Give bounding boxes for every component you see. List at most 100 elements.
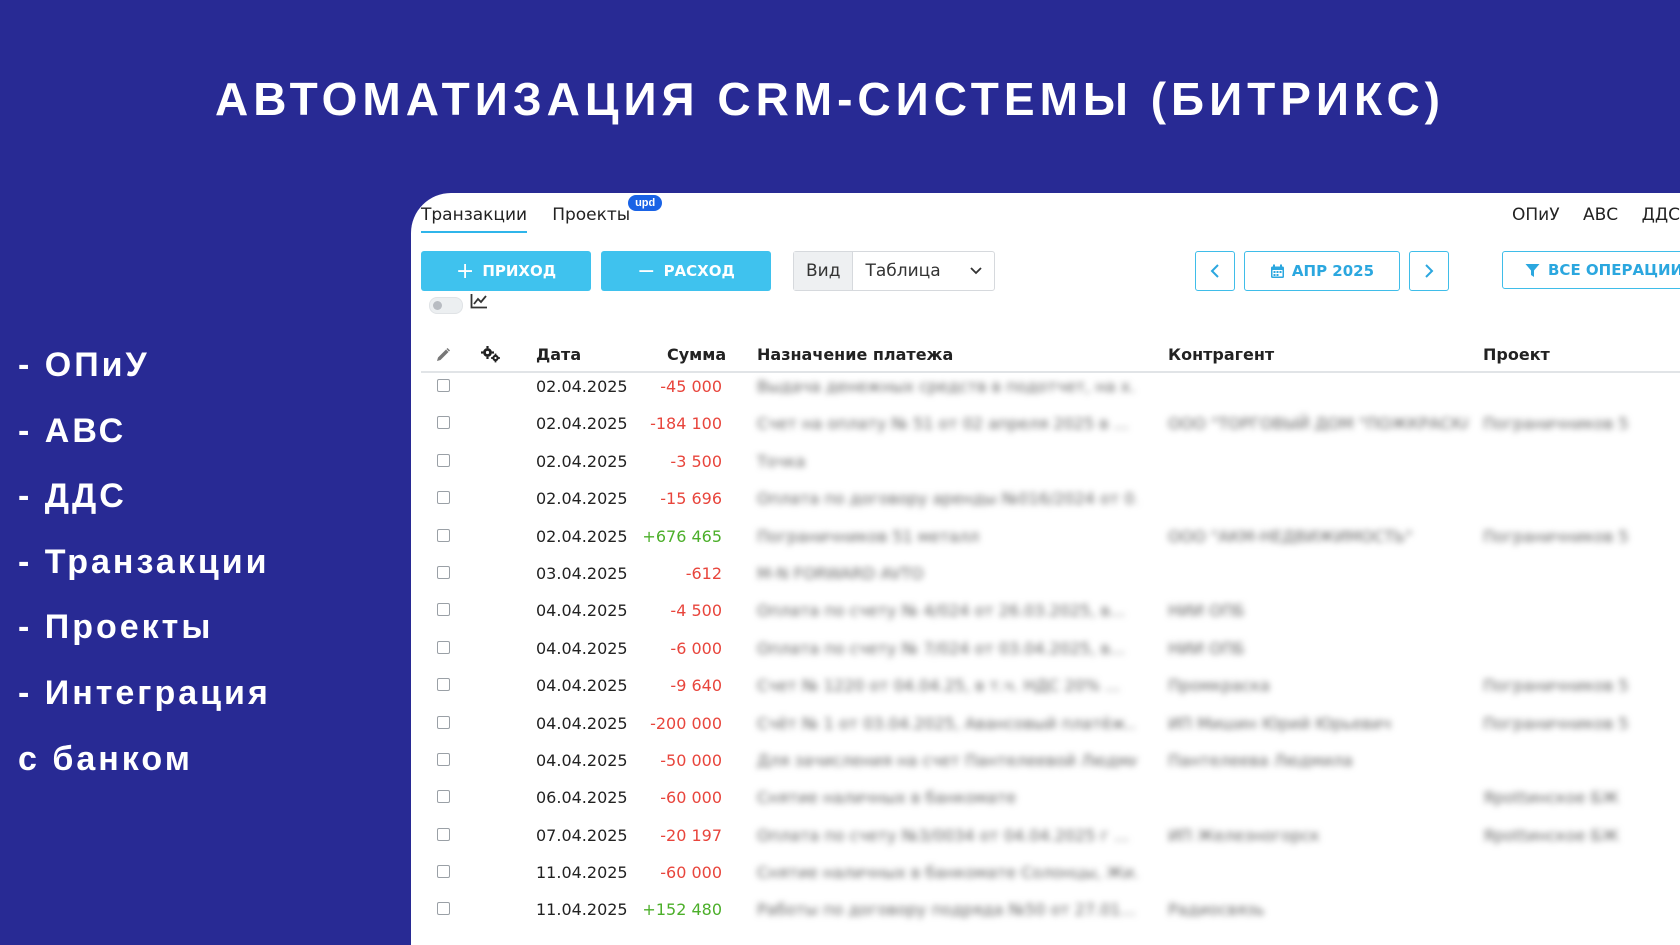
- filter-icon: [1525, 263, 1540, 277]
- row-date: 02.04.2025: [536, 377, 628, 396]
- next-period-button[interactable]: [1409, 251, 1449, 291]
- row-project: Пограничников 5: [1483, 713, 1629, 733]
- row-amount: -4 500: [670, 601, 722, 621]
- row-checkbox[interactable]: [437, 790, 450, 804]
- row-counterparty: НИИ ОПБ: [1168, 601, 1245, 621]
- tab-projects-label: Проекты: [552, 205, 631, 225]
- row-checkbox[interactable]: [437, 715, 450, 729]
- table-row[interactable]: 04.04.2025 -200 000 Счёт № 1 от 03.04.2025…: [421, 710, 1680, 747]
- table-row[interactable]: 03.04.2025 -612 M-N FORWARD AVTO: [421, 560, 1680, 597]
- chevron-down-icon: [970, 267, 982, 275]
- row-purpose: Оплата по счету №3/0034 от 04.04.2025 г …: [757, 825, 1130, 845]
- row-amount: -45 000: [660, 377, 722, 396]
- row-amount: -200 000: [650, 713, 722, 733]
- table-row[interactable]: 04.04.2025 -4 500 Оплата по счету № 4/024 …: [421, 597, 1680, 634]
- add-income-button[interactable]: + ПРИХОД: [421, 251, 591, 291]
- row-date: 02.04.2025: [536, 489, 628, 509]
- table-row[interactable]: 07.04.2025 -20 197 Оплата по счету №3/0034…: [421, 822, 1680, 859]
- row-checkbox[interactable]: [437, 453, 450, 467]
- row-purpose: Снятие наличных в банкомате: [757, 788, 1017, 808]
- row-date: 02.04.2025: [536, 526, 628, 546]
- row-purpose: Оплата по договору аренды №016/2024 от 0…: [757, 489, 1137, 509]
- table-row[interactable]: 02.04.2025 -15 696 Оплата по договору арен…: [421, 485, 1680, 522]
- table-row[interactable]: 04.04.2025 -9 640 Счет № 1220 от 04.04.25,…: [421, 672, 1680, 709]
- period-label: АПР 2025: [1291, 262, 1375, 280]
- row-checkbox[interactable]: [437, 678, 450, 692]
- row-counterparty: ООО "ТОРГОВЫЙ ДОМ "ПОЖКРАСКА": [1168, 414, 1468, 434]
- row-purpose: Счёт № 1 от 03.04.2025, Авансовый платёж…: [757, 713, 1137, 733]
- line-chart-icon: [470, 294, 487, 309]
- row-amount: -6 000: [670, 638, 722, 658]
- tab-transactions[interactable]: Транзакции: [421, 205, 528, 233]
- table-row[interactable]: 02.04.2025 +676 465 Пограничников 51 метал…: [421, 523, 1680, 560]
- row-date: 04.04.2025: [536, 750, 628, 770]
- tab-dds[interactable]: ДДС: [1642, 205, 1680, 225]
- chevron-right-icon: [1425, 264, 1434, 278]
- tab-projects[interactable]: Проекты upd: [552, 195, 663, 231]
- row-checkbox[interactable]: [437, 827, 450, 841]
- row-checkbox[interactable]: [437, 603, 450, 617]
- row-date: 04.04.2025: [536, 676, 628, 696]
- row-amount: -60 000: [660, 863, 722, 883]
- row-date: 11.04.2025: [536, 863, 628, 883]
- row-amount: -612: [685, 563, 722, 583]
- row-amount: -50 000: [660, 750, 722, 770]
- feature-list: - ОПиУ - АВС - ДДС - Транзакции - Проекты - И…: [18, 345, 271, 804]
- row-purpose: Снятие наличных в банкомате Солонцы, Жи.…: [757, 863, 1137, 883]
- feature-item: - Проекты: [18, 608, 214, 647]
- table-row[interactable]: 11.04.2025 -60 000 Снятие наличных в банко…: [421, 859, 1680, 896]
- add-expense-button[interactable]: − РАСХОД: [601, 251, 771, 291]
- tab-opiu[interactable]: ОПиУ: [1512, 205, 1560, 225]
- view-label: Вид: [794, 252, 854, 290]
- row-checkbox[interactable]: [437, 640, 450, 654]
- row-checkbox[interactable]: [437, 752, 450, 766]
- row-checkbox[interactable]: [437, 379, 450, 392]
- row-checkbox[interactable]: [437, 416, 450, 430]
- row-checkbox[interactable]: [437, 491, 450, 505]
- col-purpose[interactable]: Назначение платежа: [757, 339, 953, 371]
- col-date[interactable]: Дата: [536, 339, 581, 371]
- table-row[interactable]: 11.04.2025 +152 480 Работы по договору под…: [421, 896, 1680, 933]
- calendar-icon: [1270, 264, 1284, 278]
- table-row[interactable]: 04.04.2025 -50 000 Для зачисления на счет …: [421, 747, 1680, 784]
- period-picker[interactable]: АПР 2025: [1244, 251, 1400, 291]
- row-purpose: Точка: [757, 451, 806, 471]
- table-row[interactable]: 02.04.2025 -184 100 Счет на оплату № 51 от…: [421, 410, 1680, 447]
- prev-period-button[interactable]: [1195, 251, 1235, 291]
- crm-panel: Транзакции Проекты upd ОПиУ АВС ДДС + ПР…: [411, 193, 1680, 945]
- row-checkbox[interactable]: [437, 865, 450, 879]
- pencil-icon[interactable]: [435, 347, 451, 363]
- feature-item: - АВС: [18, 411, 127, 450]
- plus-icon: +: [455, 258, 475, 284]
- row-checkbox[interactable]: [437, 902, 450, 916]
- row-counterparty: ООО "АКМ-НЕДВИЖИМОСТЬ": [1168, 526, 1413, 546]
- filter-label: ВСЕ ОПЕРАЦИИ: [1548, 261, 1680, 279]
- view-select[interactable]: Таблица: [853, 252, 994, 290]
- report-tabs: ОПиУ АВС ДДС: [1494, 205, 1680, 225]
- row-purpose: Работы по договору подряда №50 от 27.01.…: [757, 900, 1137, 920]
- col-counterparty[interactable]: Контрагент: [1168, 339, 1274, 371]
- table-row[interactable]: 02.04.2025 -3 500 Точка: [421, 448, 1680, 485]
- row-project: Пограничников 5: [1483, 414, 1629, 434]
- feature-item: - Интеграция: [18, 673, 271, 712]
- row-checkbox[interactable]: [437, 565, 450, 579]
- upd-badge: upd: [628, 195, 663, 211]
- row-purpose: Счет на оплату № 51 от 02 апреля 2025 в …: [757, 414, 1129, 434]
- table-row[interactable]: 06.04.2025 -60 000 Снятие наличных в банко…: [421, 784, 1680, 821]
- row-counterparty: ИП Железногорск: [1168, 825, 1320, 845]
- row-date: 02.04.2025: [536, 414, 628, 434]
- table-row[interactable]: 02.04.2025 -45 000 Выдача денежных средств…: [421, 373, 1680, 410]
- row-amount: +676 465: [642, 526, 722, 546]
- operations-filter-button[interactable]: ВСЕ ОПЕРАЦИИ: [1502, 251, 1680, 289]
- tab-abc[interactable]: АВС: [1583, 205, 1618, 225]
- col-project[interactable]: Проект: [1483, 339, 1550, 371]
- chart-toggle[interactable]: [429, 297, 463, 314]
- row-checkbox[interactable]: [437, 528, 450, 542]
- gears-icon[interactable]: [481, 346, 501, 363]
- row-project: Ярottинское БЖ: [1483, 825, 1619, 845]
- view-value: Таблица: [865, 261, 941, 281]
- col-amount[interactable]: Сумма: [667, 339, 726, 371]
- row-purpose: Выдача денежных средств в подотчет, на х…: [757, 377, 1137, 396]
- table-row[interactable]: 04.04.2025 -6 000 Оплата по счету № 7/024 …: [421, 635, 1680, 672]
- toggle-knob: [433, 301, 442, 310]
